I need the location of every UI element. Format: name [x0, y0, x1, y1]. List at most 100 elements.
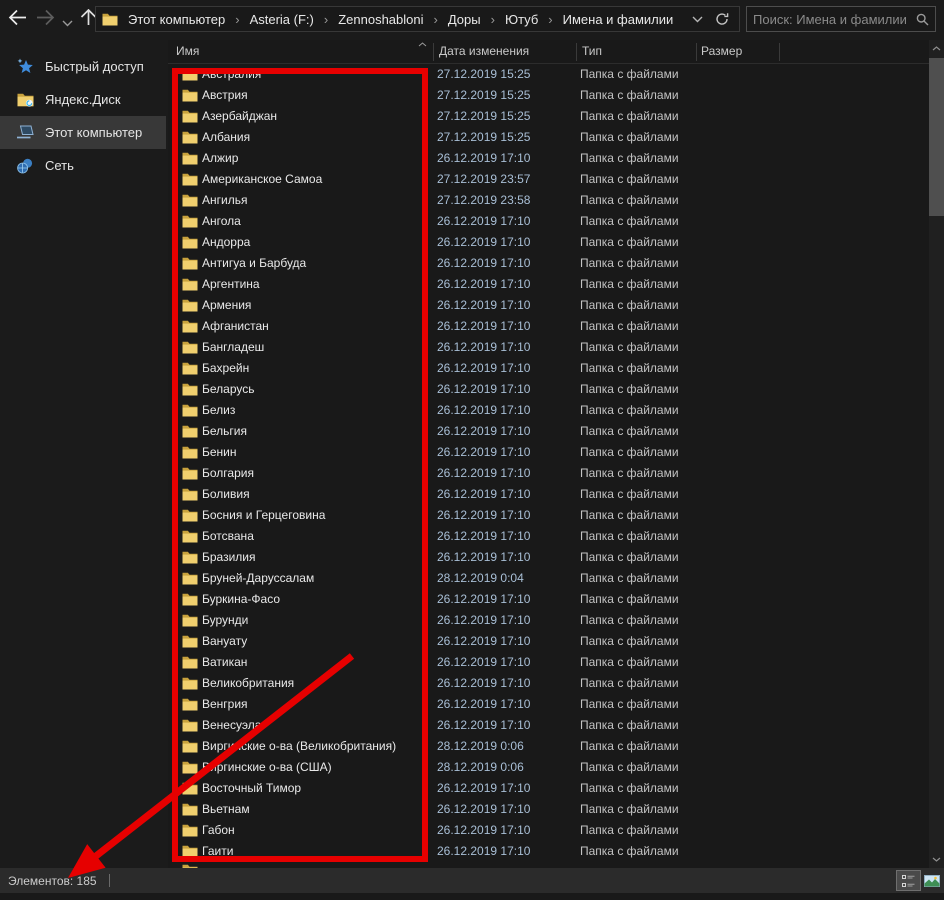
table-row[interactable]: Великобритания 26.12.2019 17:10 Папка с … — [168, 673, 930, 694]
file-type: Папка с файлами — [580, 337, 679, 358]
file-date-modified: 26.12.2019 17:10 — [437, 694, 530, 715]
folder-icon — [182, 173, 198, 186]
table-row[interactable]: Ангилья 27.12.2019 23:58 Папка с файлами — [168, 190, 930, 211]
column-header-date[interactable]: Дата изменения — [439, 44, 529, 58]
folder-icon — [182, 404, 198, 417]
sidebar-item-yandex-disk[interactable]: Яндекс.Диск — [0, 83, 166, 116]
file-name: Белиз — [202, 400, 235, 421]
recent-locations-chevron-icon[interactable] — [62, 15, 73, 30]
table-row[interactable]: Восточный Тимор 26.12.2019 17:10 Папка с… — [168, 778, 930, 799]
back-icon[interactable] — [8, 9, 27, 29]
table-row[interactable]: Белиз 26.12.2019 17:10 Папка с файлами — [168, 400, 930, 421]
folder-icon — [182, 803, 198, 816]
table-row[interactable]: Армения 26.12.2019 17:10 Папка с файлами — [168, 295, 930, 316]
table-row[interactable]: Виргинские о-ва (США) 28.12.2019 0:06 Па… — [168, 757, 930, 778]
breadcrumb-item[interactable]: Имена и фамилии — [557, 9, 680, 30]
table-row[interactable]: Бенин 26.12.2019 17:10 Папка с файлами — [168, 442, 930, 463]
sidebar-item-label: Этот компьютер — [45, 125, 142, 140]
folder-icon — [182, 236, 198, 249]
table-row[interactable]: Боливия 26.12.2019 17:10 Папка с файлами — [168, 484, 930, 505]
file-date-modified: 26.12.2019 17:10 — [437, 589, 530, 610]
column-header-size[interactable]: Размер — [701, 44, 742, 58]
table-row[interactable]: Ватикан 26.12.2019 17:10 Папка с файлами — [168, 652, 930, 673]
refresh-icon[interactable] — [711, 8, 733, 30]
table-row[interactable]: Американское Самоа 27.12.2019 23:57 Папк… — [168, 169, 930, 190]
folder-icon — [182, 656, 198, 669]
table-row[interactable]: Беларусь 26.12.2019 17:10 Папка с файлам… — [168, 379, 930, 400]
table-row[interactable]: Андорра 26.12.2019 17:10 Папка с файлами — [168, 232, 930, 253]
breadcrumb-item[interactable]: Ютуб — [499, 9, 544, 30]
breadcrumb-item[interactable]: Zennoshabloni — [332, 9, 429, 30]
file-type: Папка с файлами — [580, 547, 679, 568]
column-header-type[interactable]: Тип — [582, 44, 602, 58]
table-row[interactable]: Албания 27.12.2019 15:25 Папка с файлами — [168, 127, 930, 148]
table-row[interactable]: Венгрия 26.12.2019 17:10 Папка с файлами — [168, 694, 930, 715]
table-row[interactable]: Австралия 27.12.2019 15:25 Папка с файла… — [168, 64, 930, 85]
table-row[interactable]: Бруней-Даруссалам 28.12.2019 0:04 Папка … — [168, 568, 930, 589]
table-row[interactable]: Аргентина 26.12.2019 17:10 Папка с файла… — [168, 274, 930, 295]
folder-icon — [182, 845, 198, 858]
sidebar-item-this-pc[interactable]: Этот компьютер — [0, 116, 166, 149]
table-row[interactable]: Вьетнам 26.12.2019 17:10 Папка с файлами — [168, 799, 930, 820]
table-row[interactable]: Бахрейн 26.12.2019 17:10 Папка с файлами — [168, 358, 930, 379]
scrollbar-thumb[interactable] — [929, 58, 944, 216]
table-row[interactable]: Габон 26.12.2019 17:10 Папка с файлами — [168, 820, 930, 841]
table-row[interactable]: Вануату 26.12.2019 17:10 Папка с файлами — [168, 631, 930, 652]
table-row[interactable]: Босния и Герцеговина 26.12.2019 17:10 Па… — [168, 505, 930, 526]
column-header-name[interactable]: Имя — [176, 44, 199, 58]
table-row[interactable]: Бразилия 26.12.2019 17:10 Папка с файлам… — [168, 547, 930, 568]
scroll-up-icon[interactable] — [929, 41, 944, 56]
folder-icon — [182, 320, 198, 333]
search-icon[interactable] — [916, 13, 929, 31]
file-type: Папка с файлами — [580, 358, 679, 379]
yandex-disk-folder-icon — [16, 93, 34, 107]
breadcrumb-item[interactable]: Доры — [442, 9, 487, 30]
file-type: Папка с файлами — [580, 463, 679, 484]
table-row[interactable]: Бурунди 26.12.2019 17:10 Папка с файлами — [168, 610, 930, 631]
file-date-modified: 26.12.2019 17:10 — [437, 442, 530, 463]
vertical-scrollbar[interactable] — [929, 40, 944, 868]
table-row[interactable]: Бельгия 26.12.2019 17:10 Папка с файлами — [168, 421, 930, 442]
table-row[interactable]: Болгария 26.12.2019 17:10 Папка с файлам… — [168, 463, 930, 484]
file-date-modified: 27.12.2019 15:25 — [437, 127, 530, 148]
thumbnails-view-button[interactable] — [921, 870, 942, 891]
table-row[interactable]: Ботсвана 26.12.2019 17:10 Папка с файлам… — [168, 526, 930, 547]
folder-icon — [182, 131, 198, 144]
file-type: Папка с файлами — [580, 442, 679, 463]
address-dropdown-chevron-icon[interactable] — [686, 12, 709, 27]
table-row[interactable]: Бангладеш 26.12.2019 17:10 Папка с файла… — [168, 337, 930, 358]
scroll-down-icon[interactable] — [929, 852, 944, 867]
file-name: Алжир — [202, 148, 238, 169]
column-divider[interactable] — [433, 43, 434, 61]
file-name: Австрия — [202, 85, 248, 106]
column-divider[interactable] — [576, 43, 577, 61]
breadcrumb-item[interactable]: Asteria (F:) — [244, 9, 320, 30]
column-divider[interactable] — [779, 43, 780, 61]
table-row[interactable]: Афганистан 26.12.2019 17:10 Папка с файл… — [168, 316, 930, 337]
table-row[interactable]: Антигуа и Барбуда 26.12.2019 17:10 Папка… — [168, 253, 930, 274]
table-row[interactable]: Азербайджан 27.12.2019 15:25 Папка с фай… — [168, 106, 930, 127]
star-icon — [16, 58, 34, 75]
file-type: Папка с файлами — [580, 694, 679, 715]
file-date-modified: 26.12.2019 17:10 — [437, 211, 530, 232]
file-date-modified: 26.12.2019 17:10 — [437, 148, 530, 169]
table-row[interactable]: Буркина-Фасо 26.12.2019 17:10 Папка с фа… — [168, 589, 930, 610]
breadcrumb-item[interactable]: Этот компьютер — [122, 9, 231, 30]
table-row[interactable]: Ангола 26.12.2019 17:10 Папка с файлами — [168, 211, 930, 232]
table-row[interactable]: Алжир 26.12.2019 17:10 Папка с файлами — [168, 148, 930, 169]
sidebar-item-network[interactable]: Сеть — [0, 149, 166, 182]
file-name: Виргинские о-ва (Великобритания) — [202, 736, 396, 757]
file-name: Азербайджан — [202, 106, 277, 127]
table-row[interactable]: Венесуэла 26.12.2019 17:10 Папка с файла… — [168, 715, 930, 736]
details-view-button[interactable] — [896, 870, 921, 891]
search-input[interactable] — [753, 7, 911, 31]
table-row[interactable]: Австрия 27.12.2019 15:25 Папка с файлами — [168, 85, 930, 106]
table-row[interactable]: Виргинские о-ва (Великобритания) 28.12.2… — [168, 736, 930, 757]
table-row[interactable]: Гаити 26.12.2019 17:10 Папка с файлами — [168, 841, 930, 862]
file-type: Папка с файлами — [580, 484, 679, 505]
column-divider[interactable] — [696, 43, 697, 61]
file-name: Ангола — [202, 211, 241, 232]
forward-icon[interactable] — [36, 9, 55, 29]
address-bar[interactable]: Этот компьютер › Asteria (F:) › Zennosha… — [95, 6, 740, 32]
sidebar-item-quick-access[interactable]: Быстрый доступ — [0, 50, 166, 83]
